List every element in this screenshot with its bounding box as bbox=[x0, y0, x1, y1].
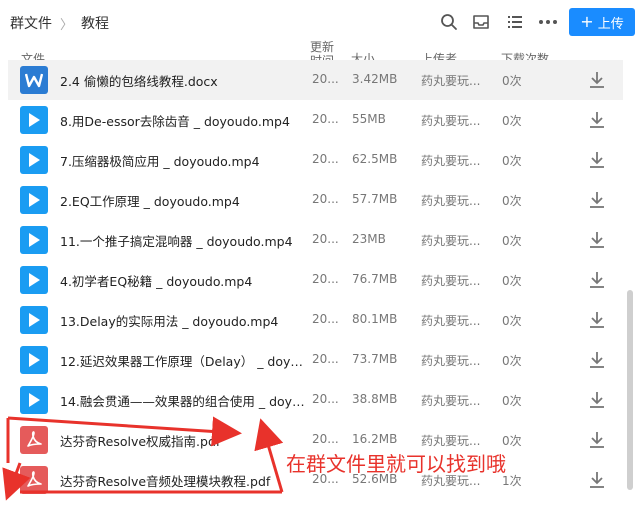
scrollbar-thumb[interactable] bbox=[627, 290, 633, 490]
file-size: 3.42MB bbox=[352, 72, 398, 86]
file-downloads: 0次 bbox=[502, 154, 522, 168]
file-uploader: 药丸要玩... bbox=[421, 234, 481, 248]
file-uploader: 药丸要玩... bbox=[421, 114, 481, 128]
file-downloads: 0次 bbox=[502, 354, 522, 368]
file-size: 38.8MB bbox=[352, 392, 398, 406]
file-time: 20... bbox=[312, 432, 339, 446]
file-time: 20... bbox=[312, 112, 339, 126]
file-size: 55MB bbox=[352, 112, 386, 126]
download-icon[interactable] bbox=[588, 470, 606, 490]
file-uploader: 药丸要玩... bbox=[421, 394, 481, 408]
list-view-icon[interactable] bbox=[504, 11, 526, 33]
video-file-icon bbox=[20, 186, 48, 214]
download-icon[interactable] bbox=[588, 310, 606, 330]
download-icon[interactable] bbox=[588, 150, 606, 170]
breadcrumb-current: 教程 bbox=[81, 16, 110, 32]
file-time: 20... bbox=[312, 152, 339, 166]
file-name[interactable]: 12.延迟效果器工作原理（Delay） _ doyou... bbox=[60, 351, 306, 370]
video-file-icon bbox=[20, 146, 48, 174]
file-name[interactable]: 2.EQ工作原理 _ doyoudo.mp4 bbox=[60, 191, 306, 210]
file-name[interactable]: 8.用De-essor去除齿音 _ doyoudo.mp4 bbox=[60, 111, 306, 130]
download-icon[interactable] bbox=[588, 430, 606, 450]
file-size: 80.1MB bbox=[352, 312, 398, 326]
file-uploader: 药丸要玩... bbox=[421, 194, 481, 208]
download-icon[interactable] bbox=[588, 270, 606, 290]
video-file-icon bbox=[20, 226, 48, 254]
chevron-right-icon: 〉 bbox=[60, 17, 74, 33]
file-time: 20... bbox=[312, 72, 339, 86]
plus-icon: + bbox=[580, 12, 594, 31]
video-file-icon bbox=[20, 346, 48, 374]
video-file-icon bbox=[20, 106, 48, 134]
file-size: 62.5MB bbox=[352, 152, 398, 166]
annotation-text: 在群文件里就可以找到哦 bbox=[286, 452, 506, 476]
download-icon[interactable] bbox=[588, 350, 606, 370]
file-name[interactable]: 7.压缩器极简应用 _ doyoudo.mp4 bbox=[60, 151, 306, 170]
more-icon[interactable] bbox=[537, 11, 559, 33]
download-icon[interactable] bbox=[588, 190, 606, 210]
file-uploader: 药丸要玩... bbox=[421, 274, 481, 288]
file-size: 57.7MB bbox=[352, 192, 398, 206]
upload-label: 上传 bbox=[597, 16, 624, 32]
file-row[interactable]: 2.4 偷懒的包络线教程.docx 20... 3.42MB 药丸要玩... 0次 bbox=[8, 60, 623, 100]
video-file-icon bbox=[20, 306, 48, 334]
top-bar: 群文件 〉 教程 + 上传 bbox=[0, 0, 637, 44]
file-size: 16.2MB bbox=[352, 432, 398, 446]
video-file-icon bbox=[20, 386, 48, 414]
file-downloads: 0次 bbox=[502, 314, 522, 328]
file-time: 20... bbox=[312, 232, 339, 246]
pdf-file-icon bbox=[20, 466, 48, 494]
inbox-icon[interactable] bbox=[470, 11, 492, 33]
file-downloads: 0次 bbox=[502, 194, 522, 208]
file-size: 76.7MB bbox=[352, 272, 398, 286]
file-row[interactable]: 11.一个推子搞定混响器 _ doyoudo.mp4 20... 23MB 药丸要玩.… bbox=[8, 220, 623, 260]
file-downloads: 0次 bbox=[502, 74, 522, 88]
download-icon[interactable] bbox=[588, 110, 606, 130]
file-downloads: 0次 bbox=[502, 234, 522, 248]
file-time: 20... bbox=[312, 192, 339, 206]
pdf-file-icon bbox=[20, 426, 48, 454]
upload-button[interactable]: + 上传 bbox=[569, 8, 635, 36]
file-downloads: 0次 bbox=[502, 274, 522, 288]
file-time: 20... bbox=[312, 312, 339, 326]
file-downloads: 0次 bbox=[502, 434, 522, 448]
breadcrumb: 群文件 〉 教程 bbox=[10, 13, 109, 33]
file-row[interactable]: 7.压缩器极简应用 _ doyoudo.mp4 20... 62.5MB 药丸要玩..… bbox=[8, 140, 623, 180]
file-time: 20... bbox=[312, 392, 339, 406]
file-uploader: 药丸要玩... bbox=[421, 434, 481, 448]
breadcrumb-root[interactable]: 群文件 bbox=[10, 13, 52, 33]
file-name[interactable]: 2.4 偷懒的包络线教程.docx bbox=[60, 71, 306, 90]
file-row[interactable]: 4.初学者EQ秘籍 _ doyoudo.mp4 20... 76.7MB 药丸要玩..… bbox=[8, 260, 623, 300]
file-name[interactable]: 达芬奇Resolve音频处理模块教程.pdf bbox=[60, 471, 306, 490]
file-downloads: 0次 bbox=[502, 394, 522, 408]
file-row[interactable]: 12.延迟效果器工作原理（Delay） _ doyou... 20... 73.7M… bbox=[8, 340, 623, 380]
file-size: 23MB bbox=[352, 232, 386, 246]
download-icon[interactable] bbox=[588, 390, 606, 410]
file-name[interactable]: 14.融会贯通——效果器的组合使用 _ doyo... bbox=[60, 391, 306, 410]
file-time: 20... bbox=[312, 272, 339, 286]
video-file-icon bbox=[20, 266, 48, 294]
download-icon[interactable] bbox=[588, 70, 606, 90]
file-row[interactable]: 14.融会贯通——效果器的组合使用 _ doyo... 20... 38.8MB 药丸… bbox=[8, 380, 623, 420]
search-icon[interactable] bbox=[438, 11, 460, 33]
file-name[interactable]: 4.初学者EQ秘籍 _ doyoudo.mp4 bbox=[60, 271, 306, 290]
file-name[interactable]: 达芬奇Resolve权威指南.pdf bbox=[60, 431, 306, 450]
file-size: 73.7MB bbox=[352, 352, 398, 366]
file-uploader: 药丸要玩... bbox=[421, 154, 481, 168]
file-uploader: 药丸要玩... bbox=[421, 314, 481, 328]
file-row[interactable]: 2.EQ工作原理 _ doyoudo.mp4 20... 57.7MB 药丸要玩...… bbox=[8, 180, 623, 220]
file-uploader: 药丸要玩... bbox=[421, 74, 481, 88]
file-row[interactable]: 13.Delay的实际用法 _ doyoudo.mp4 20... 80.1MB 药丸… bbox=[8, 300, 623, 340]
file-time: 20... bbox=[312, 352, 339, 366]
file-name[interactable]: 13.Delay的实际用法 _ doyoudo.mp4 bbox=[60, 311, 306, 330]
file-uploader: 药丸要玩... bbox=[421, 354, 481, 368]
word-file-icon bbox=[20, 66, 48, 94]
file-name[interactable]: 11.一个推子搞定混响器 _ doyoudo.mp4 bbox=[60, 231, 306, 250]
download-icon[interactable] bbox=[588, 230, 606, 250]
file-row[interactable]: 8.用De-essor去除齿音 _ doyoudo.mp4 20... 55MB 药丸… bbox=[8, 100, 623, 140]
file-downloads: 0次 bbox=[502, 114, 522, 128]
